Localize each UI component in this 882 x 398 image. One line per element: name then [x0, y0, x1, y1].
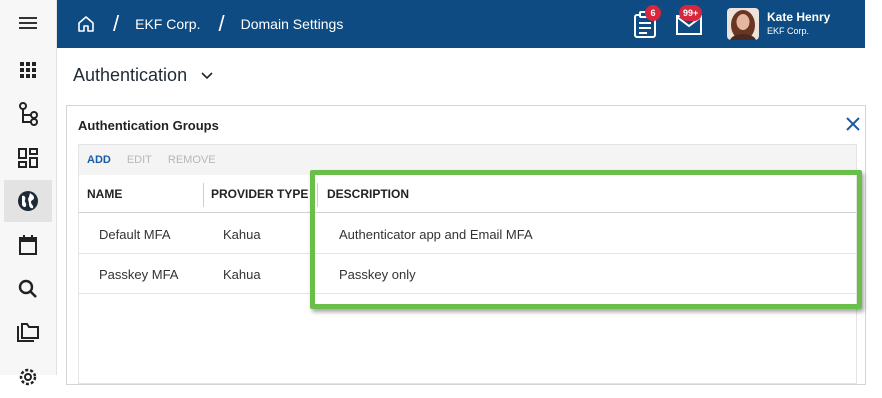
settings-button[interactable]: [4, 356, 52, 398]
description-column-highlight: [310, 170, 862, 309]
hierarchy-button[interactable]: [4, 93, 52, 135]
close-icon: [846, 117, 860, 131]
messages-button[interactable]: 99+: [675, 5, 703, 41]
user-organization: EKF Corp.: [767, 26, 810, 36]
globe-button[interactable]: [4, 180, 52, 222]
close-button[interactable]: [843, 114, 863, 134]
globe-icon: [18, 191, 38, 211]
breadcrumb-separator: /: [218, 11, 225, 36]
user-name[interactable]: Kate Henry: [767, 10, 830, 24]
column-divider[interactable]: [203, 183, 204, 207]
page-title: Authentication: [73, 65, 188, 85]
user-photo-icon: [727, 8, 759, 40]
home-button[interactable]: [77, 15, 95, 33]
chevron-down-icon[interactable]: [201, 71, 213, 80]
page-title-selector[interactable]: Authentication: [73, 65, 213, 86]
side-navigation: [0, 0, 57, 386]
folders-button[interactable]: [4, 312, 52, 354]
settings-icon: [19, 368, 37, 386]
cell-provider-type: Kahua: [223, 266, 261, 282]
calendar-button[interactable]: [4, 224, 52, 266]
folders-icon: [17, 323, 39, 342]
breadcrumb-item-domain-settings[interactable]: Domain Settings: [241, 16, 344, 32]
messages-badge: 99+: [679, 5, 703, 21]
edit-button[interactable]: EDIT: [127, 154, 152, 166]
top-header: / EKF Corp. / Domain Settings 6 99+ Kate…: [57, 0, 865, 48]
tasks-badge: 6: [645, 5, 661, 21]
apps-button[interactable]: [4, 49, 52, 91]
add-button[interactable]: ADD: [87, 154, 111, 166]
breadcrumb-item-company[interactable]: EKF Corp.: [135, 16, 200, 32]
menu-button[interactable]: [4, 2, 52, 44]
cell-name: Default MFA: [99, 226, 171, 242]
home-icon: [78, 16, 94, 32]
remove-button[interactable]: REMOVE: [168, 154, 216, 166]
column-header-provider-type[interactable]: PROVIDER TYPE: [211, 175, 308, 213]
panel-title: Authentication Groups: [78, 118, 219, 133]
hierarchy-icon: [19, 102, 38, 126]
breadcrumb-separator: /: [113, 11, 120, 36]
cell-name: Passkey MFA: [99, 266, 179, 282]
dashboard-button[interactable]: [4, 137, 52, 179]
menu-icon: [19, 17, 37, 29]
search-button[interactable]: [4, 268, 52, 310]
apps-grid-icon: [20, 62, 36, 78]
search-icon: [18, 279, 37, 298]
avatar[interactable]: [727, 8, 759, 40]
breadcrumb: / EKF Corp. / Domain Settings: [77, 0, 343, 48]
tasks-button[interactable]: 6: [632, 5, 661, 43]
dashboard-icon: [18, 148, 38, 168]
cell-provider-type: Kahua: [223, 226, 261, 242]
column-header-name[interactable]: NAME: [87, 175, 122, 213]
calendar-icon: [19, 235, 37, 255]
